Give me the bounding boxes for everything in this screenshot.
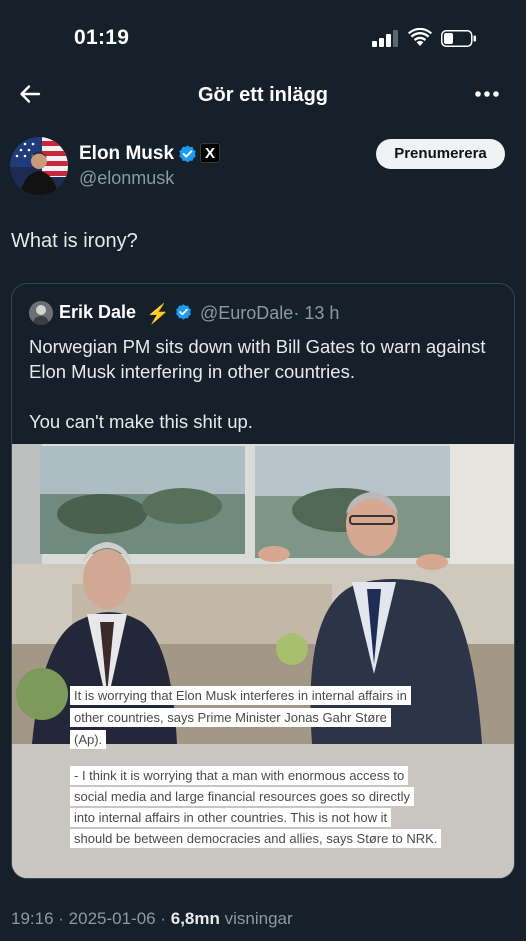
quote-photo[interactable]: It is worrying that Elon Musk interferes…: [12, 444, 514, 878]
quote-handle: @EuroDale: [200, 303, 294, 323]
quote-time: · 13 h: [293, 303, 340, 323]
verified-badge-icon: [176, 304, 191, 320]
post-metadata: 19:16 · 2025-01-06 · 6,8mn visningar: [11, 909, 293, 928]
subscribe-button[interactable]: Prenumerera: [376, 139, 505, 169]
quote-author-handle-and-time: @EuroDale· 13 h: [200, 303, 339, 324]
battery-icon: [441, 30, 476, 47]
views-count[interactable]: 6,8mn: [171, 909, 220, 928]
quote-author-avatar: [29, 301, 53, 325]
author-name[interactable]: Elon Musk: [79, 143, 174, 165]
caption-line: social media and large financial resourc…: [70, 787, 415, 806]
author-handle[interactable]: @elonmusk: [79, 168, 174, 189]
more-options-icon[interactable]: [474, 86, 500, 102]
caption-line: should be between democracies and allies…: [70, 829, 442, 848]
post-date: 2025-01-06: [68, 909, 156, 928]
status-time: 01:19: [74, 26, 130, 49]
tweet-text: What is irony?: [11, 230, 138, 252]
quote-text: Norwegian PM sits down with Bill Gates t…: [29, 334, 499, 434]
quote-author-name: Erik Dale: [59, 302, 137, 322]
wifi-icon: [408, 28, 432, 46]
avatar[interactable]: [10, 137, 68, 195]
page-title: Gör ett inlägg: [198, 84, 328, 106]
verified-badge-icon: [179, 145, 196, 163]
quote-paragraph: You can't make this shit up.: [29, 411, 253, 432]
quote-paragraph: Norwegian PM sits down with Bill Gates t…: [29, 336, 486, 382]
cellular-signal-icon: [372, 30, 398, 47]
caption-line: (Ap).: [70, 730, 107, 749]
affiliate-x-logo-icon: X: [200, 143, 220, 163]
caption-line: It is worrying that Elon Musk interferes…: [70, 686, 411, 705]
post-time: 19:16: [11, 909, 54, 928]
caption-line: other countries, says Prime Minister Jon…: [70, 708, 391, 727]
quoted-tweet-card[interactable]: Erik Dale ⚡ @EuroDale· 13 h Norwegian PM…: [11, 283, 515, 879]
caption-line: into internal affairs in other countries…: [70, 808, 392, 827]
views-label: visningar: [224, 909, 293, 928]
lightning-emoji-icon: ⚡: [146, 304, 170, 325]
caption-line: - I think it is worrying that a man with…: [70, 766, 409, 785]
